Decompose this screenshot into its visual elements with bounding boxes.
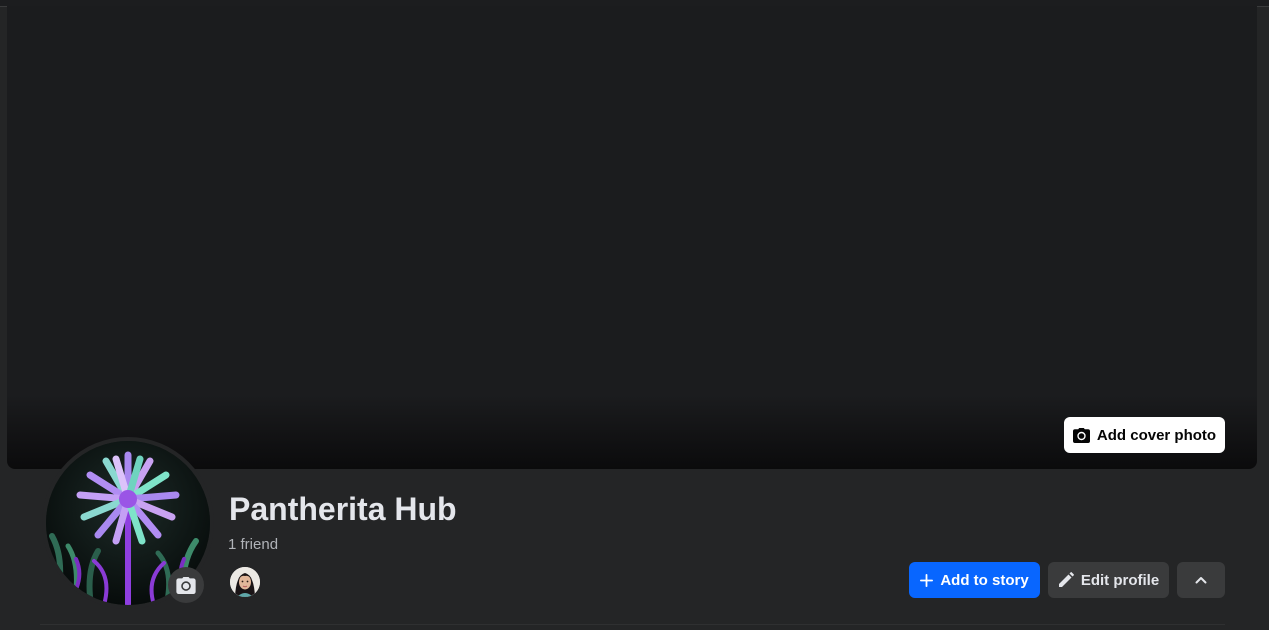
add-cover-photo-label: Add cover photo [1096, 426, 1217, 444]
update-profile-picture-button[interactable] [168, 567, 204, 603]
camera-icon [176, 576, 196, 594]
pencil-icon [1058, 572, 1074, 588]
friend-photo [230, 567, 260, 597]
add-to-story-label: Add to story [940, 571, 1029, 589]
cover-photo-area [7, 6, 1257, 469]
chevron-up-icon [1195, 576, 1207, 584]
edit-profile-button[interactable]: Edit profile [1048, 562, 1169, 598]
edit-profile-label: Edit profile [1080, 571, 1160, 589]
friends-count[interactable]: 1 friend [228, 536, 278, 553]
collapse-profile-button[interactable] [1177, 562, 1225, 598]
plus-icon [920, 573, 934, 587]
camera-icon [1072, 427, 1090, 443]
add-cover-photo-button[interactable]: Add cover photo [1064, 417, 1225, 453]
profile-nav-divider [40, 624, 1225, 630]
add-to-story-button[interactable]: Add to story [909, 562, 1040, 598]
profile-name: Pantherita Hub [229, 491, 457, 527]
friend-avatar[interactable] [228, 565, 262, 599]
